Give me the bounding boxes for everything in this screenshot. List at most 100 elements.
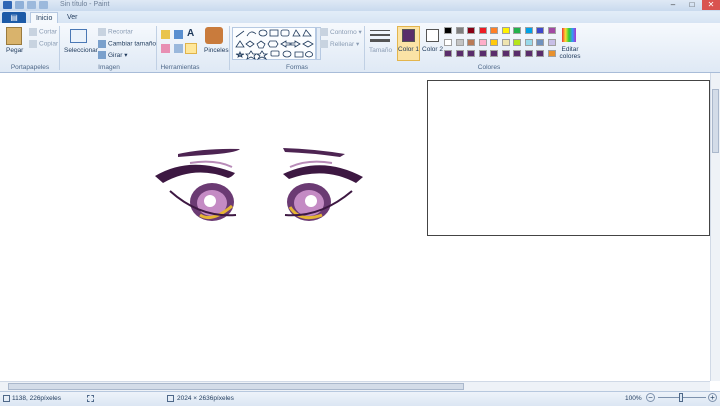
palette-swatch[interactable] xyxy=(547,50,556,57)
zoom-in-button[interactable]: + xyxy=(708,393,717,402)
palette-swatch[interactable] xyxy=(547,27,556,34)
image-size-icon xyxy=(167,395,174,402)
palette-swatch[interactable] xyxy=(513,27,521,34)
palette-swatch[interactable] xyxy=(455,38,464,46)
size-icon[interactable] xyxy=(370,28,390,43)
resize-label: Cambiar tamaño xyxy=(108,40,157,48)
cut-label: Cortar xyxy=(39,28,58,36)
rotate-label: Girar xyxy=(108,52,123,59)
copy-label: Copiar xyxy=(39,40,59,48)
zoom-slider-thumb[interactable] xyxy=(679,393,683,402)
tab-home[interactable]: Inicio xyxy=(30,12,59,23)
edit-colors-button[interactable]: Editar colores xyxy=(558,46,582,60)
paste-icon[interactable] xyxy=(6,27,22,45)
fill-icon[interactable] xyxy=(174,30,183,39)
tab-view[interactable]: Ver xyxy=(62,12,83,23)
palette-swatch[interactable] xyxy=(467,27,475,34)
color1-swatch xyxy=(402,29,415,42)
eraser-icon[interactable] xyxy=(161,44,170,53)
palette-swatch[interactable] xyxy=(444,50,452,57)
undo-icon[interactable] xyxy=(27,1,36,9)
maximize-button[interactable]: □ xyxy=(683,0,701,10)
scissors-icon xyxy=(29,28,37,36)
palette-swatch[interactable] xyxy=(490,27,498,34)
file-menu-tab[interactable]: ▤ xyxy=(2,12,26,23)
minimize-button[interactable]: – xyxy=(664,0,682,10)
save-icon[interactable] xyxy=(15,1,24,9)
separator xyxy=(156,26,157,70)
outline-button[interactable]: Contorno ▾ xyxy=(320,28,362,37)
edit-colors-icon[interactable] xyxy=(562,28,576,42)
palette-swatch[interactable] xyxy=(524,38,533,46)
copy-button[interactable]: Copiar xyxy=(29,40,58,48)
app-menu-icon[interactable] xyxy=(3,1,12,9)
palette-swatch[interactable] xyxy=(513,38,521,46)
shapes-gallery[interactable] xyxy=(232,27,317,61)
size-button[interactable]: Tamaño xyxy=(369,47,392,54)
palette-swatch[interactable] xyxy=(524,50,533,57)
select-button[interactable]: Seleccionar xyxy=(64,47,98,54)
color-palette xyxy=(444,27,559,61)
rotate-button[interactable]: Girar ▾ xyxy=(98,51,128,60)
palette-swatch[interactable] xyxy=(478,27,487,34)
color-picker-icon[interactable] xyxy=(174,44,183,53)
palette-swatch[interactable] xyxy=(536,27,544,34)
horizontal-scrollbar[interactable] xyxy=(0,381,710,391)
tools-group-label: Herramientas xyxy=(160,64,200,71)
palette-swatch[interactable] xyxy=(501,50,510,57)
fill-label: Rellenar xyxy=(330,41,355,48)
palette-swatch[interactable] xyxy=(524,27,533,34)
selection-size-icon xyxy=(87,395,94,402)
text-box[interactable] xyxy=(427,80,710,236)
image-group-label: Imagen xyxy=(98,64,120,71)
palette-swatch[interactable] xyxy=(536,50,544,57)
palette-swatch[interactable] xyxy=(547,38,556,46)
zoom-out-button[interactable]: − xyxy=(646,393,655,402)
crop-button[interactable]: Recortar xyxy=(98,28,133,36)
separator xyxy=(59,26,60,70)
palette-swatch[interactable] xyxy=(478,38,487,46)
rotate-icon xyxy=(98,51,106,60)
resize-icon xyxy=(98,40,106,48)
fill-button[interactable]: Rellenar ▾ xyxy=(320,40,359,49)
vertical-scroll-thumb[interactable] xyxy=(712,89,719,153)
text-tool-icon[interactable]: A xyxy=(187,28,194,39)
crop-icon xyxy=(98,28,106,36)
palette-swatch[interactable] xyxy=(478,50,487,57)
close-button[interactable]: ✕ xyxy=(702,0,720,10)
palette-swatch[interactable] xyxy=(467,50,475,57)
magnifier-icon[interactable] xyxy=(185,43,197,54)
horizontal-scroll-thumb[interactable] xyxy=(8,383,464,390)
palette-swatch[interactable] xyxy=(536,38,544,46)
status-bar xyxy=(0,391,720,406)
color2-swatch[interactable] xyxy=(426,29,439,42)
palette-swatch[interactable] xyxy=(455,27,464,34)
palette-swatch[interactable] xyxy=(501,38,510,46)
vertical-scrollbar[interactable] xyxy=(710,73,720,381)
shapes-group-label: Formas xyxy=(285,64,309,71)
redo-icon[interactable] xyxy=(39,1,48,9)
copy-icon xyxy=(29,40,37,48)
right-eye xyxy=(283,160,363,221)
fill-shape-icon xyxy=(320,40,328,49)
pencil-icon[interactable] xyxy=(161,30,170,39)
palette-swatch[interactable] xyxy=(490,50,498,57)
brushes-icon[interactable] xyxy=(205,27,223,44)
paste-button[interactable]: Pegar xyxy=(6,47,23,54)
cursor-position-icon xyxy=(3,395,10,402)
brushes-button[interactable]: Pinceles xyxy=(204,47,229,54)
palette-swatch[interactable] xyxy=(467,38,475,46)
palette-swatch[interactable] xyxy=(490,38,498,46)
select-icon[interactable] xyxy=(70,29,87,43)
palette-swatch[interactable] xyxy=(444,38,452,46)
shapes-gallery-svg[interactable] xyxy=(233,28,317,61)
palette-swatch[interactable] xyxy=(455,50,464,57)
right-eyebrow xyxy=(283,148,345,157)
resize-button[interactable]: Cambiar tamaño xyxy=(98,40,156,48)
palette-swatch[interactable] xyxy=(501,27,510,34)
cut-button[interactable]: Cortar xyxy=(29,28,57,36)
palette-swatch[interactable] xyxy=(444,27,452,34)
left-eyebrow xyxy=(178,148,240,157)
outline-icon xyxy=(320,28,328,37)
palette-swatch[interactable] xyxy=(513,50,521,57)
